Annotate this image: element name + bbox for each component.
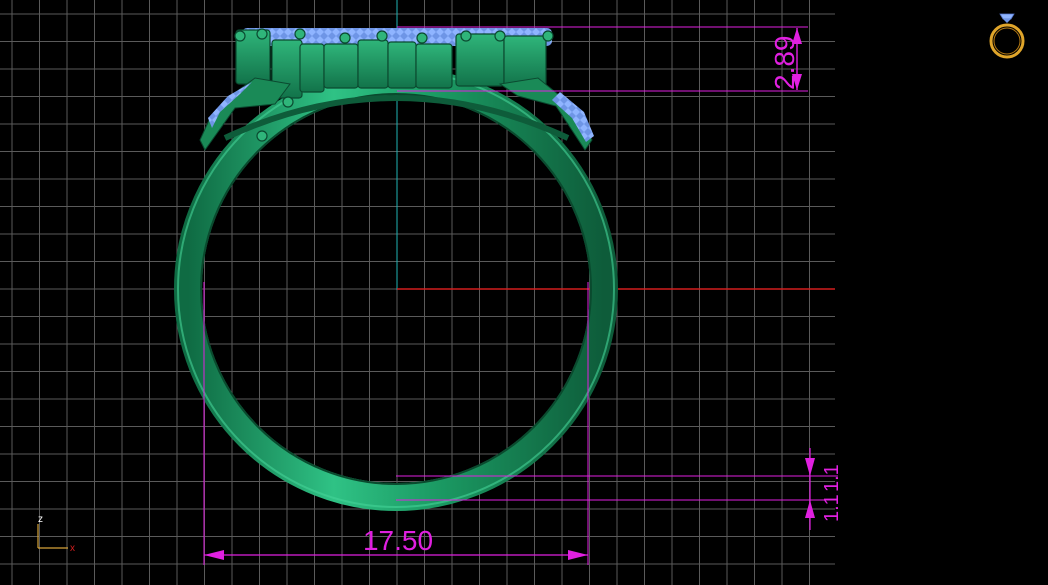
setting-bezel <box>299 43 325 93</box>
cad-viewport[interactable]: 2.89 17.50 1.1 1.1 z x <box>0 0 1048 585</box>
viewport-scene[interactable]: 2.89 17.50 1.1 1.1 <box>0 0 1048 585</box>
setting-bezel <box>415 43 453 89</box>
prong <box>256 28 268 40</box>
dimension-band-thickness-label-2: 1.1 <box>821 494 843 522</box>
prong <box>416 32 428 44</box>
prong <box>282 96 294 108</box>
dimension-band-thickness-label-1: 1.1 <box>821 464 843 492</box>
setting-bezel <box>387 41 417 89</box>
prong <box>376 30 388 42</box>
axis-triad-icon: z x <box>37 514 75 554</box>
setting-bezel <box>503 35 547 87</box>
ring-preview-icon[interactable] <box>984 8 1030 62</box>
axis-x-label: x <box>70 543 75 554</box>
setting-bezel <box>323 43 359 89</box>
prong <box>339 32 351 44</box>
dimension-inner-diameter[interactable]: 17.50 <box>203 282 589 565</box>
prong <box>234 30 246 42</box>
setting-bezel <box>455 33 505 87</box>
setting-bezel <box>357 39 389 89</box>
axis-z-label: z <box>38 514 43 525</box>
prong <box>494 30 506 42</box>
prong <box>256 130 268 142</box>
dimension-inner-diameter-label: 17.50 <box>363 525 433 556</box>
dimension-top-height-label: 2.89 <box>769 36 800 91</box>
prong <box>294 28 306 40</box>
prong <box>542 30 554 42</box>
ring-model[interactable] <box>174 28 618 511</box>
prong <box>460 30 472 42</box>
